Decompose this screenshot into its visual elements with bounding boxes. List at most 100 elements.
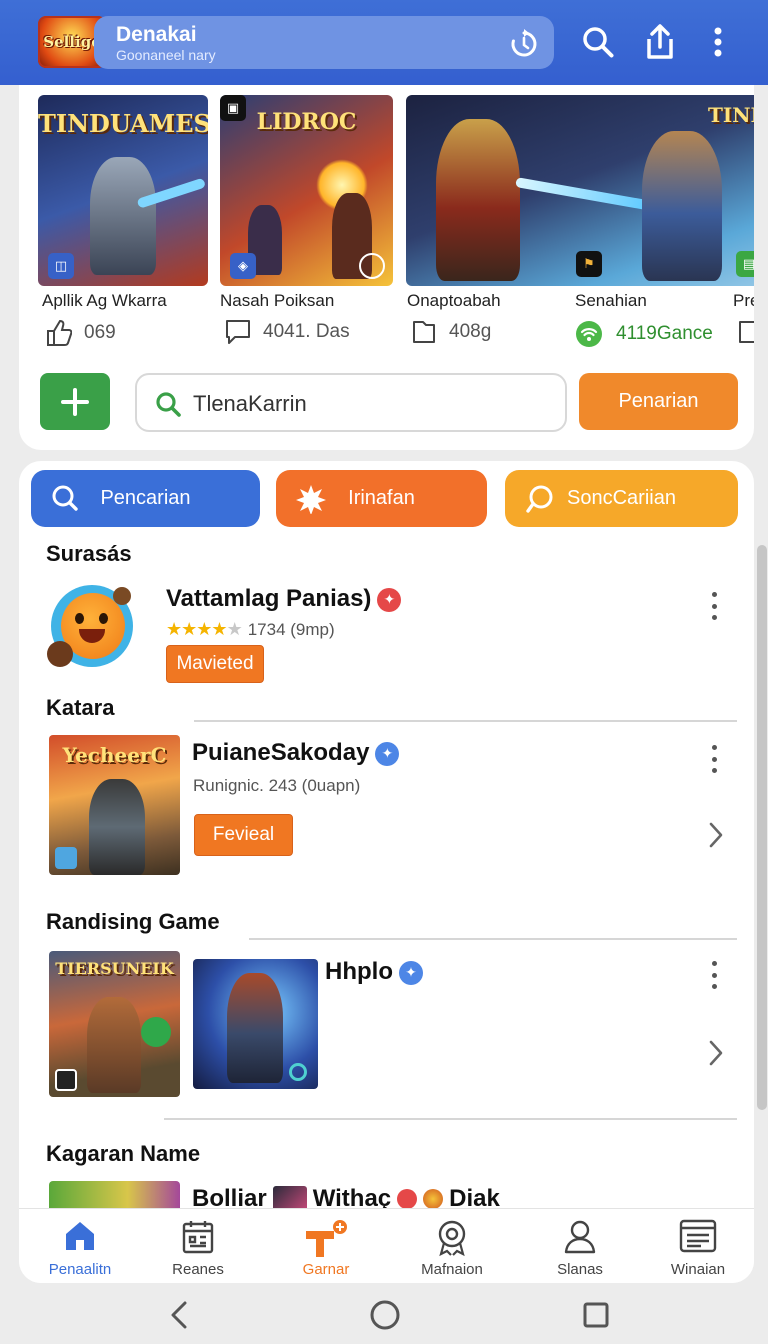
featured-thumb-2[interactable]: LIDROC ▣ ◈ xyxy=(220,95,393,286)
game-tag-icon: ▣ xyxy=(220,95,246,121)
recents-icon[interactable] xyxy=(582,1301,610,1329)
add-button[interactable] xyxy=(40,373,110,430)
section-title-randising: Randising Game xyxy=(46,909,220,934)
system-navigation-bar xyxy=(0,1285,768,1344)
clock-badge-icon xyxy=(359,253,385,279)
award-icon xyxy=(438,1220,466,1257)
featured-name-1[interactable]: Apllik Ag Wkarra xyxy=(42,291,167,311)
featured-name-3[interactable]: Onaptoabah xyxy=(407,291,501,311)
app-avatar-1[interactable] xyxy=(47,585,133,673)
nav-item-garnar[interactable]: Garnar xyxy=(265,1209,387,1284)
nav-label: Penaalitn xyxy=(48,1261,112,1278)
nav-item-slanas[interactable]: Slanas xyxy=(519,1209,641,1284)
platform-badge-icon: ◫ xyxy=(48,253,74,279)
app-row-3-title[interactable]: Hhplo ✦ xyxy=(325,958,423,986)
mascot-eye xyxy=(99,613,108,624)
featured-stat-text-2: 4041. Das xyxy=(263,321,350,342)
calendar-icon xyxy=(182,1221,214,1254)
flower-icon xyxy=(423,1189,444,1209)
app-row-1-title[interactable]: Vattamlag Panias) ✦ xyxy=(166,585,402,613)
soldier-figure xyxy=(89,779,145,875)
more-vert-icon[interactable] xyxy=(709,961,719,989)
verified-badge-icon: ✦ xyxy=(377,587,402,612)
app-art-3b[interactable] xyxy=(193,959,318,1089)
featured-art-title-3: TINDIAS xyxy=(708,103,754,127)
chip-label: Irinafan xyxy=(348,487,415,509)
section-title-surasas: Surasás xyxy=(46,541,132,566)
store-badge-icon: ▤ xyxy=(736,251,754,277)
nav-label: Mafnaion xyxy=(421,1261,483,1278)
app-row-3-name: Hhplo xyxy=(325,958,393,985)
person-icon xyxy=(564,1220,596,1254)
app-row-2-tag[interactable]: Fevieal xyxy=(194,814,293,856)
app-art-3a-title: TIERSUNEIK xyxy=(55,959,174,978)
flag-badge-icon: ⚑ xyxy=(576,251,602,277)
nav-label: Reanes xyxy=(172,1261,224,1278)
verified-badge-icon: ✦ xyxy=(398,960,423,985)
header-subtitle: Goonaneel nary xyxy=(116,47,216,63)
list-icon xyxy=(679,1219,717,1253)
search-input-value: TlenaKarrin xyxy=(193,391,307,416)
app-art-2[interactable]: YecheerC xyxy=(49,735,180,875)
more-vert-icon[interactable] xyxy=(706,24,730,60)
section-divider xyxy=(249,938,737,940)
app-row-1-rating: ★★★★★ 1734 (9mp) xyxy=(166,619,335,640)
share-icon[interactable] xyxy=(640,20,680,64)
main-card: Pencarian Irinafan SoncCariian Surasás V… xyxy=(19,461,754,1283)
home-circle-icon[interactable] xyxy=(369,1299,401,1331)
nav-item-mafnaion[interactable]: Mafnaion xyxy=(391,1209,513,1284)
soldier-figure xyxy=(642,131,722,281)
more-vert-icon[interactable] xyxy=(709,745,719,773)
refresh-icon[interactable] xyxy=(506,26,542,62)
hero-figure xyxy=(90,157,156,275)
header-title-pill[interactable]: Denakai Goonaneel nary xyxy=(94,16,554,69)
penarian-button[interactable]: Penarian xyxy=(579,373,738,430)
app-row-2-subtitle: Runignic. 243 (0uapn) xyxy=(193,776,361,795)
app-row-1-tag[interactable]: Mavieted xyxy=(166,645,264,683)
nav-label: Garnar xyxy=(302,1261,350,1278)
chevron-right-icon[interactable] xyxy=(707,821,725,849)
bottom-navigation: Penaalitn Reanes Garnar Mafnaion Slanas … xyxy=(19,1208,754,1283)
nav-item-penaalitn[interactable]: Penaalitn xyxy=(19,1209,141,1284)
warrior-figure xyxy=(87,997,141,1093)
logo-text: Sellige xyxy=(43,33,101,51)
featured-stat-2: 4041. Das xyxy=(225,319,350,345)
search-icon xyxy=(156,392,181,417)
featured-stat-text-1: 069 xyxy=(84,322,116,343)
featured-name-5[interactable]: Pree xyxy=(733,291,754,311)
mascot-eye xyxy=(75,613,84,624)
chip-pencarian[interactable]: Pencarian xyxy=(31,470,260,527)
nav-item-reanes[interactable]: Reanes xyxy=(137,1209,259,1284)
featured-stat-3: 408g xyxy=(411,319,491,345)
verified-badge-icon xyxy=(397,1189,418,1209)
featured-stat-4: 4119Gance xyxy=(574,319,713,349)
nav-label: Winaian xyxy=(670,1261,726,1278)
chip-sonccariian[interactable]: SoncCariian xyxy=(505,470,738,527)
search-icon[interactable] xyxy=(578,22,618,62)
featured-name-2[interactable]: Nasah Poiksan xyxy=(220,291,334,311)
wifi-icon xyxy=(576,321,602,347)
chip-label: SoncCariian xyxy=(567,487,676,509)
home-icon xyxy=(66,1222,94,1250)
mascot-paw xyxy=(47,641,73,667)
featured-name-4[interactable]: Senahian xyxy=(575,291,647,311)
hammer-icon xyxy=(306,1220,347,1257)
app-art-3a[interactable]: TIERSUNEIK xyxy=(49,951,180,1097)
scrollbar[interactable] xyxy=(757,545,767,1110)
chevron-right-icon[interactable] xyxy=(707,1039,725,1067)
search-input[interactable]: TlenaKarrin xyxy=(135,373,567,432)
back-icon[interactable] xyxy=(168,1301,190,1329)
featured-thumb-1[interactable]: TINDUAMESA ◫ xyxy=(38,95,208,286)
verified-badge-icon: ✦ xyxy=(375,741,400,766)
featured-thumb-3[interactable]: TINDIAS ⚑ ▤ xyxy=(406,95,754,286)
app-header: Sellige Denakai Goonaneel nary xyxy=(0,0,768,85)
nav-item-winaian[interactable]: Winaian xyxy=(637,1209,759,1284)
more-vert-icon[interactable] xyxy=(709,592,719,620)
chip-irinafan[interactable]: Irinafan xyxy=(276,470,487,527)
mascot-ear xyxy=(113,587,131,605)
featured-stat-5 xyxy=(737,319,754,345)
orb-shape xyxy=(141,1017,171,1047)
file-icon xyxy=(413,321,435,343)
app-row-2-title[interactable]: PuianeSakoday ✦ xyxy=(192,739,400,767)
ring-badge-icon xyxy=(289,1063,307,1081)
